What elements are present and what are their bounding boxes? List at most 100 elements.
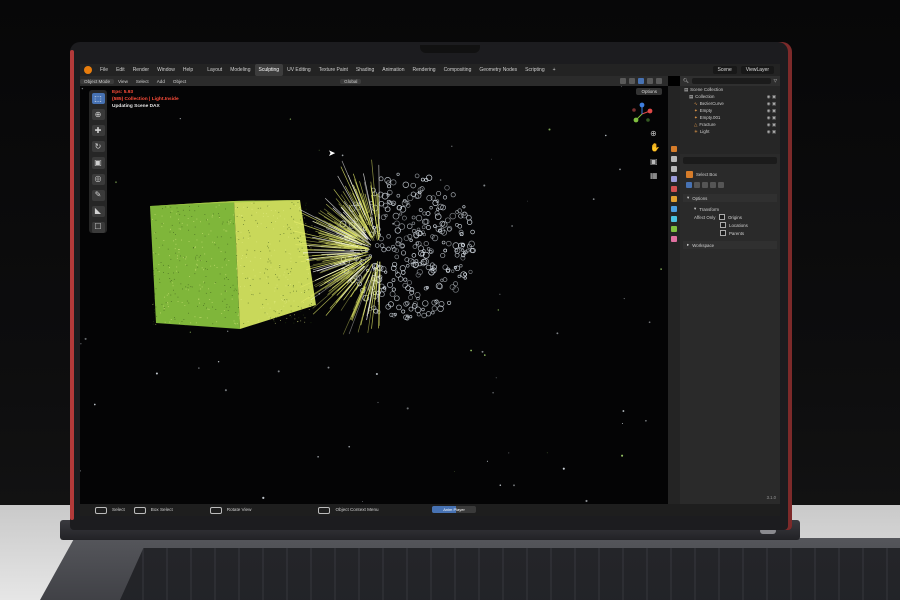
workspace-panel-header[interactable]: ▸ Workspace: [683, 241, 777, 249]
object-tab-icon[interactable]: [671, 196, 677, 202]
select-subtract-icon[interactable]: [702, 182, 708, 188]
scale-tool[interactable]: ▣: [91, 157, 105, 169]
grid-toggle-icon[interactable]: ▦: [650, 172, 660, 180]
navigation-gizmo-icon[interactable]: [630, 102, 654, 126]
select-menu[interactable]: Select: [132, 79, 153, 84]
xray-icon[interactable]: [629, 78, 635, 84]
overlay-icon[interactable]: [620, 78, 626, 84]
select-intersect-icon[interactable]: [718, 182, 724, 188]
outliner-row-label: Fracture: [699, 122, 716, 127]
parents-row: Parents: [680, 229, 780, 237]
move-tool[interactable]: ✚: [91, 125, 105, 137]
tool-tab-icon[interactable]: [671, 146, 677, 152]
modifier-tab-icon[interactable]: [671, 206, 677, 212]
workspace-panel-label: Workspace: [692, 242, 715, 248]
annotate-tool[interactable]: ✎: [91, 189, 105, 201]
visibility-eye-icon[interactable]: ◉ ▣: [767, 129, 776, 135]
object-menu[interactable]: Object: [169, 79, 190, 84]
filter-icon[interactable]: ▽: [774, 78, 777, 84]
solid-shading-icon[interactable]: [638, 78, 644, 84]
outliner-row[interactable]: ∿ BezierCurve ◉ ▣: [680, 100, 780, 107]
transform-subpanel-header[interactable]: ▾ Transform: [680, 205, 780, 213]
menu-edit[interactable]: Edit: [112, 64, 129, 76]
status-context-menu: Object Context Menu: [315, 506, 384, 514]
outliner-row[interactable]: ✦ Empty.001 ◉ ▣: [680, 114, 780, 121]
options-panel-header[interactable]: ▾ Options: [683, 194, 777, 202]
menu-render[interactable]: Render: [129, 64, 153, 76]
add-workspace-button[interactable]: +: [549, 64, 560, 76]
particles-tab-icon[interactable]: [671, 216, 677, 222]
scene-selector[interactable]: Scene: [712, 66, 737, 74]
menu-help[interactable]: Help: [179, 64, 197, 76]
tab-animation[interactable]: Animation: [378, 64, 408, 76]
tab-compositing[interactable]: Compositing: [440, 64, 476, 76]
mode-dropdown[interactable]: Object Mode: [80, 78, 115, 84]
output-tab-icon[interactable]: [671, 166, 677, 172]
visibility-eye-icon[interactable]: ◉ ▣: [767, 122, 776, 128]
select-box-tool[interactable]: ⬚: [91, 93, 105, 105]
outliner-search-input[interactable]: [691, 78, 771, 84]
measure-tool[interactable]: ◣: [91, 205, 105, 217]
cursor-tool[interactable]: ⊕: [91, 109, 105, 121]
material-tab-icon[interactable]: [671, 236, 677, 242]
mouse-pointer-icon: ➤: [328, 148, 336, 158]
outliner-row[interactable]: ☀ Light ◉ ▣: [680, 128, 780, 135]
object-type-icon: △: [694, 121, 698, 127]
blender-logo-icon[interactable]: [84, 66, 92, 74]
tab-scripting[interactable]: Scripting: [521, 64, 548, 76]
tab-sculpting[interactable]: Sculpting: [254, 64, 284, 76]
properties-search-input[interactable]: [683, 157, 777, 164]
view-navigation-controls: ⊕ ✋ ▣ ▦: [650, 130, 660, 180]
select-invert-icon[interactable]: [710, 182, 716, 188]
camera-view-icon[interactable]: ▣: [650, 158, 660, 166]
progress-bar[interactable]: Anim Player: [432, 506, 476, 513]
zoom-icon[interactable]: ⊕: [650, 130, 660, 138]
render-tab-icon[interactable]: [671, 156, 677, 162]
menu-file[interactable]: File: [96, 64, 112, 76]
tab-geometry-nodes[interactable]: Geometry Nodes: [475, 64, 521, 76]
outliner-search-icon[interactable]: 🔍︎: [683, 78, 689, 84]
add-cube-tool[interactable]: ☐: [91, 221, 105, 233]
material-shading-icon[interactable]: [647, 78, 653, 84]
object-type-icon: ∿: [694, 100, 698, 106]
tab-shading[interactable]: Shading: [352, 64, 378, 76]
exploding-sphere[interactable]: [80, 86, 668, 504]
status-select-label: Select: [112, 507, 125, 513]
outliner-row[interactable]: ▤ Collection ◉ ▣: [680, 93, 780, 100]
rotate-tool[interactable]: ↻: [91, 141, 105, 153]
visibility-eye-icon[interactable]: ◉ ▣: [767, 115, 776, 121]
view-layer-selector[interactable]: ViewLayer: [740, 66, 774, 74]
scene-tab-icon[interactable]: [671, 186, 677, 192]
collection-readout: (585) Collection | Light.Inside: [112, 97, 179, 102]
tab-uv-editing[interactable]: UV Editing: [283, 64, 315, 76]
3d-viewport[interactable]: Eps: 5.93 (585) Collection | Light.Insid…: [80, 86, 668, 504]
options-button[interactable]: Options: [636, 88, 662, 95]
pan-hand-icon[interactable]: ✋: [650, 144, 660, 152]
parents-checkbox[interactable]: [720, 230, 726, 236]
tab-layout[interactable]: Layout: [203, 64, 226, 76]
orientation-dropdown[interactable]: Global: [340, 78, 362, 84]
outliner-row-label: Empty: [699, 108, 713, 113]
outliner-row[interactable]: △ Fracture ◉ ▣: [680, 121, 780, 128]
transform-tool[interactable]: ◎: [91, 173, 105, 185]
render-shading-icon[interactable]: [656, 78, 662, 84]
outliner-list: ▤ Collection ◉ ▣ ∿ BezierCurve ◉ ▣ ✦ Empty ◉ ▣ ✦ E…: [680, 93, 780, 135]
visibility-eye-icon[interactable]: ◉ ▣: [767, 108, 776, 114]
locations-checkbox[interactable]: [720, 222, 726, 228]
tab-rendering[interactable]: Rendering: [408, 64, 439, 76]
tab-modeling[interactable]: Modeling: [226, 64, 254, 76]
physics-tab-icon[interactable]: [671, 226, 677, 232]
tab-texture-paint[interactable]: Texture Paint: [315, 64, 352, 76]
view-layer-tab-icon[interactable]: [671, 176, 677, 182]
menu-window[interactable]: Window: [153, 64, 179, 76]
select-new-icon[interactable]: [686, 182, 692, 188]
visibility-eye-icon[interactable]: ◉ ▣: [767, 94, 776, 100]
origins-checkbox[interactable]: [719, 214, 725, 220]
outliner-row[interactable]: ✦ Empty ◉ ▣: [680, 107, 780, 114]
add-menu[interactable]: Add: [153, 79, 169, 84]
outliner-scene-collection[interactable]: ▤ Scene Collection: [680, 86, 780, 93]
select-extend-icon[interactable]: [694, 182, 700, 188]
view-menu[interactable]: View: [114, 79, 132, 84]
visibility-eye-icon[interactable]: ◉ ▣: [767, 101, 776, 107]
fps-readout: Eps: 5.93: [112, 90, 134, 95]
